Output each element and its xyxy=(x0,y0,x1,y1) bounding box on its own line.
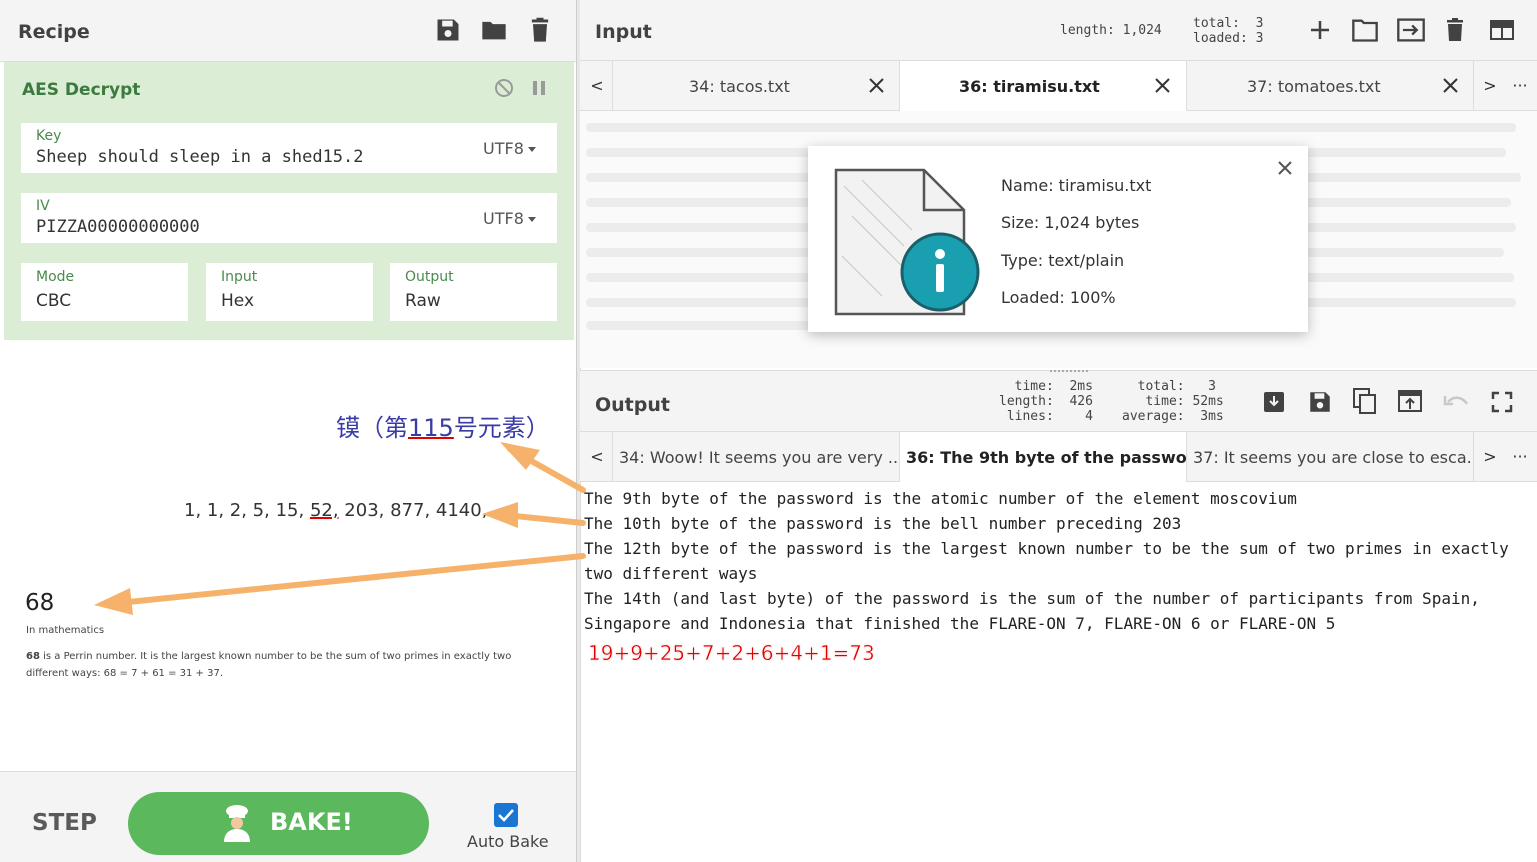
annotation-arrows xyxy=(94,442,586,615)
arrow-to-bell xyxy=(482,502,586,528)
arrow-to-68 xyxy=(94,553,586,615)
arrow-to-element xyxy=(500,442,586,493)
